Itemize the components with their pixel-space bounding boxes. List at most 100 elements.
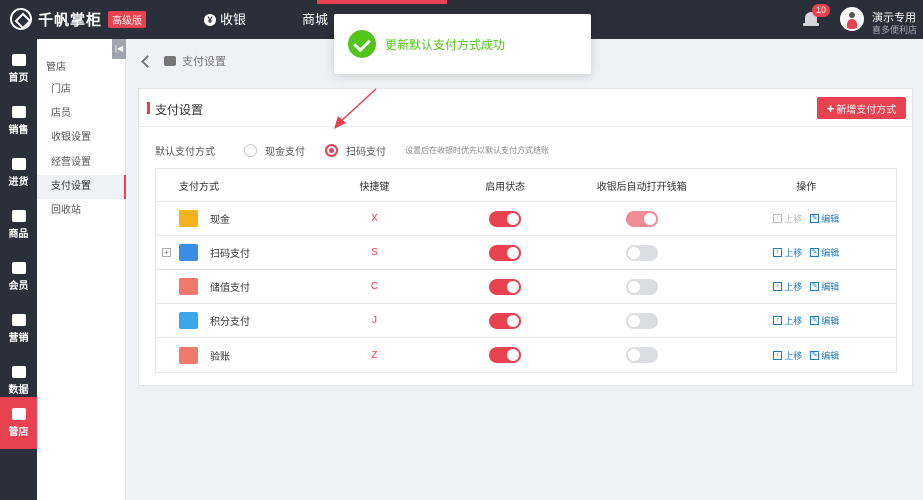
box-icon [11,210,26,222]
cash-drawer-toggle[interactable] [625,210,658,227]
sidebar-item-goods[interactable]: 商品 [0,199,37,251]
cell-shortcut: S [306,247,444,258]
shortcut-key: J [371,315,377,326]
edition-badge: 高级版 [108,10,147,28]
col-header-actions: 操作 [796,181,817,193]
edit-link[interactable]: ✎ 编辑 [810,280,839,293]
sub-menu: 管店 门店 店员 收银设置 经营设置 支付设置 回收站 [37,39,126,500]
cell-shortcut: Z [306,350,444,361]
table-row: 积分支付 J ↑ 上移 ✎ 编辑 [156,304,896,338]
back-chevron-icon[interactable] [141,54,154,68]
move-up-link[interactable]: ↑ 上移 [773,349,802,362]
top-nav: ¥ 收银 商城 [192,0,340,39]
home-icon [11,54,26,66]
brand-name: 千帆掌柜 [38,11,103,29]
panel-title: 支付设置 [146,102,204,117]
sidebar-item-store[interactable]: 管店 [0,397,37,449]
edit-link[interactable]: ✎ 编辑 [810,314,839,327]
cash-drawer-toggle[interactable] [625,278,658,295]
cell-actions: ↑ 上移 ✎ 编辑 [716,280,896,293]
cash-drawer-toggle[interactable] [625,312,658,329]
payment-method-icon [179,278,198,295]
payment-method-icon [179,346,198,364]
sidebar-item-sales[interactable]: 销售 [0,95,37,147]
add-button-label: 新增支付方式 [836,104,897,116]
add-payment-method-button[interactable]: + 新增支付方式 [817,97,906,119]
cell-status [443,244,567,261]
method-name: 扫码支付 [210,249,250,260]
arrow-up-icon: ↑ [773,350,783,360]
arrow-up-icon: ↑ [773,248,783,257]
table-row: 储值支付 C ↑ 上移 ✎ 编辑 [156,270,896,304]
sidebar-item-label: 商品 [8,229,29,240]
sub-item-payment-settings[interactable]: 支付设置 [37,175,126,199]
enabled-toggle[interactable] [489,210,522,227]
sub-item-recycle-bin[interactable]: 回收站 [37,199,126,223]
sub-item-cashier-settings[interactable]: 收银设置 [37,126,126,150]
cell-shortcut: X [306,213,444,224]
yen-icon: ¥ [204,13,216,26]
sidebar-item-marketing[interactable]: 营销 [0,303,37,355]
nav-mall[interactable]: 商城 [290,0,340,39]
move-up-label: 上移 [784,214,803,224]
edit-icon: ✎ [810,282,820,291]
edit-icon: ✎ [810,350,820,360]
success-toast: 更新默认支付方式成功 [334,14,591,74]
move-up-link[interactable]: ↑ 上移 [773,246,802,259]
cell-shortcut: C [306,281,444,292]
cell-actions: ↑ 上移 ✎ 编辑 [716,349,896,362]
radio-label: 扫码支付 [346,147,386,158]
arrow-up-icon: ↑ [773,282,783,291]
sidebar-item-home[interactable]: 首页 [0,43,37,95]
enabled-toggle[interactable] [489,312,522,329]
edit-label: 编辑 [821,316,840,326]
sub-item-business-settings[interactable]: 经营设置 [37,151,126,175]
annotation-arrow [334,88,377,129]
radio-cash-payment[interactable]: 现金支付 [244,143,305,158]
notification-badge: 10 [812,4,831,17]
avatar[interactable] [840,7,864,31]
move-up-label: 上移 [784,282,803,292]
panel-header: 支付设置 + 新增支付方式 [139,89,912,127]
cash-drawer-toggle[interactable] [625,244,658,261]
plus-icon: + [826,100,835,116]
edit-link[interactable]: ✎ 编辑 [810,246,839,259]
sidebar-item-members[interactable]: 会员 [0,251,37,303]
edit-link[interactable]: ✎ 编辑 [810,212,839,225]
chart-icon [11,366,26,378]
radio-label: 现金支付 [265,147,305,158]
enabled-toggle[interactable] [489,278,522,295]
sub-item-stores[interactable]: 门店 [37,78,126,102]
cell-shortcut: J [306,315,444,326]
table-header: 支付方式 快捷键 启用状态 收银后自动打开钱箱 操作 [156,169,896,202]
payment-settings-panel: 支付设置 + 新增支付方式 默认支付方式 现金支付 扫码支付 设置后在收银时优先… [138,88,913,386]
edit-label: 编辑 [821,214,840,224]
sidebar-item-label: 会员 [8,281,29,292]
edit-icon: ✎ [810,214,820,223]
sidebar-item-purchase[interactable]: 进货 [0,147,37,199]
shortcut-key: S [371,247,378,258]
move-up-link[interactable]: ↑ 上移 [773,280,802,293]
cash-drawer-toggle[interactable] [625,347,658,363]
radio-scan-payment[interactable]: 扫码支付 [325,143,386,158]
cell-status [443,278,567,295]
cell-status [443,210,567,227]
default-payment-hint: 设置后在收银时优先以默认支付方式结账 [405,146,549,155]
expand-icon[interactable]: + [162,248,171,257]
edit-label: 编辑 [821,282,840,292]
nav-cashier[interactable]: ¥ 收银 [192,0,258,39]
enabled-toggle[interactable] [489,244,522,261]
sub-item-staff[interactable]: 店员 [37,102,126,126]
move-up-link[interactable]: ↑ 上移 [773,314,802,327]
collapse-menu-icon[interactable]: |◀ [112,39,126,59]
cell-actions: ↑ 上移 ✎ 编辑 [716,246,896,259]
default-payment-row: 默认支付方式 现金支付 扫码支付 设置后在收银时优先以默认支付方式结账 [155,143,549,158]
col-header-shortcut: 快捷键 [359,181,390,193]
toast-message: 更新默认支付方式成功 [385,37,506,52]
move-up-link[interactable]: ↑ 上移 [773,212,802,225]
brand-logo[interactable]: 千帆掌柜 高级版 [10,8,147,30]
enabled-toggle[interactable] [489,347,522,363]
payment-methods-table: 支付方式 快捷键 启用状态 收银后自动打开钱箱 操作 现金 X ↑ 上移 ✎ 编辑 + 扫码支… [155,168,897,373]
edit-link[interactable]: ✎ 编辑 [810,349,839,362]
cell-method: 现金 [156,210,306,227]
